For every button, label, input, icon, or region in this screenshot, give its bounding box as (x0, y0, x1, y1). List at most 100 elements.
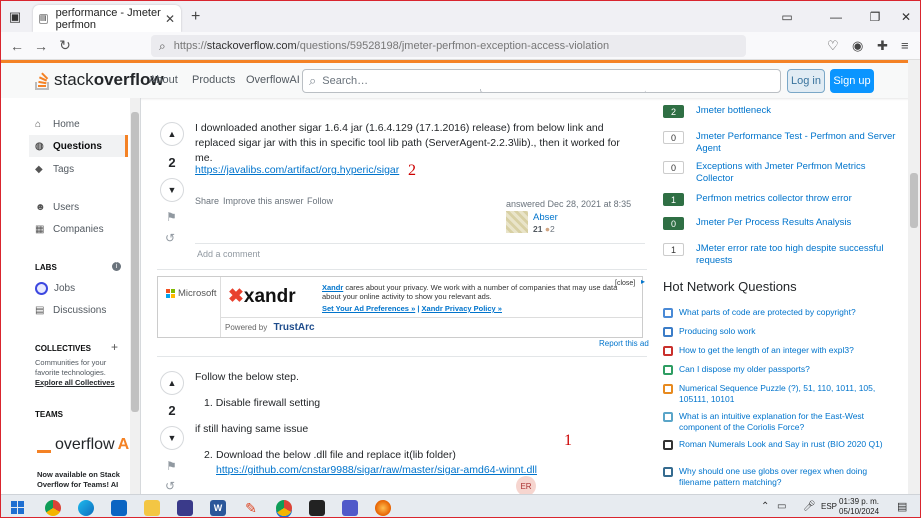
related-question-title[interactable]: Jmeter bottleneck (663, 105, 898, 117)
dll-download-link[interactable]: https://github.com/cnstar9988/sigar/raw/… (216, 464, 537, 476)
xandr-link[interactable]: Xandr (322, 283, 343, 292)
share-link[interactable]: Share (195, 196, 219, 206)
hot-question[interactable]: Can I dispose my older passports? (663, 364, 893, 375)
about-link[interactable]: About (149, 74, 178, 86)
downvote-button[interactable]: ▼ (160, 178, 184, 202)
nav-home[interactable]: ⌂ Home (29, 113, 128, 135)
window-close-icon[interactable]: ✕ (886, 1, 920, 32)
stackoverflow-logo[interactable]: stack overflow (34, 70, 164, 90)
extensions-icon[interactable]: ✚ (877, 38, 888, 54)
history-icon[interactable]: ↺ (165, 479, 175, 493)
mail-icon[interactable] (111, 500, 127, 516)
windows-start-icon[interactable] (11, 501, 24, 514)
pen-icon[interactable]: ✎ (243, 500, 259, 516)
nav-questions[interactable]: ◍ Questions (29, 135, 128, 157)
sidebar-toggle-icon[interactable]: ▭ (767, 1, 807, 32)
network-icon[interactable]: ▭ (777, 501, 786, 512)
privacy-policy-link[interactable]: Xandr Privacy Policy » (422, 304, 502, 313)
related-question-title[interactable]: Jmeter Performance Test - Perfmon and Se… (663, 131, 898, 155)
plus-icon[interactable]: + (111, 340, 118, 354)
chevron-up-icon[interactable]: ⌃ (761, 501, 769, 512)
signup-button[interactable]: Sign up (830, 69, 874, 93)
scroll-thumb[interactable] (131, 112, 139, 412)
hot-question[interactable]: Producing solo work (663, 326, 893, 337)
add-comment-link[interactable]: Add a comment (197, 249, 260, 259)
related-question-title[interactable]: Perfmon metrics collector throw error (663, 193, 898, 205)
hot-question[interactable]: Why should one use globs over regex when… (663, 466, 893, 488)
report-ad-link[interactable]: Report this ad (599, 339, 649, 348)
sort-select[interactable] (480, 89, 646, 93)
page-scrollbar[interactable] (908, 60, 920, 494)
scroll-thumb[interactable] (910, 173, 918, 228)
clock[interactable]: 01:39 p. m. 05/10/2024 (839, 497, 879, 517)
new-tab-icon[interactable]: + (191, 8, 200, 26)
related-question[interactable]: 0 Jmeter Performance Test - Perfmon and S… (663, 131, 898, 155)
nav-companies[interactable]: ▦ Companies (29, 218, 128, 240)
related-question[interactable]: 0 Exceptions with Jmeter Perfmon Metrics … (663, 161, 898, 185)
related-question[interactable]: 2 Jmeter bottleneck (663, 105, 898, 118)
info-icon[interactable]: i (112, 262, 121, 271)
upvote-button[interactable]: ▲ (160, 371, 184, 395)
nav-discussions[interactable]: ▤ Discussions (29, 299, 128, 321)
forward-icon[interactable]: → (29, 32, 53, 60)
bookmark-icon[interactable]: ⚑ (166, 210, 177, 224)
related-question[interactable]: 1 JMeter error rate too high despite succ… (663, 243, 898, 267)
explore-collectives-link[interactable]: Explore all Collectives (35, 378, 115, 387)
hot-question-title[interactable]: Can I dispose my older passports? (663, 364, 893, 375)
account-icon[interactable]: ◉ (852, 38, 863, 54)
reload-icon[interactable]: ↻ (53, 32, 77, 60)
related-question-title[interactable]: Exceptions with Jmeter Perfmon Metrics C… (663, 161, 898, 185)
chrome-active-icon[interactable] (276, 500, 292, 516)
downvote-button[interactable]: ▼ (160, 426, 184, 450)
tab-close-icon[interactable]: ✕ (165, 12, 175, 26)
hot-question-title[interactable]: Why should one use globs over regex when… (663, 466, 893, 488)
hot-question-title[interactable]: What is an intuitive explanation for the… (663, 411, 893, 433)
floating-avatar[interactable]: ER (516, 476, 536, 496)
related-question[interactable]: 0 Jmeter Per Process Results Analysis (663, 217, 898, 230)
notification-icon[interactable]: ▤ (897, 500, 907, 513)
hot-question-title[interactable]: How to get the length of an integer with… (663, 345, 893, 356)
file-explorer-icon[interactable] (144, 500, 160, 516)
chrome-icon[interactable] (45, 500, 61, 516)
follow-link[interactable]: Follow (307, 196, 333, 206)
teams-icon[interactable] (342, 500, 358, 516)
improve-link[interactable]: Improve this answer (223, 196, 304, 206)
hot-question[interactable]: Numerical Sequence Puzzle (?), 51, 110, … (663, 383, 893, 405)
related-question-title[interactable]: JMeter error rate too high despite succe… (663, 243, 898, 267)
app-icon[interactable] (177, 500, 193, 516)
nav-tags[interactable]: ◆ Tags (29, 158, 128, 180)
menu-icon[interactable]: ≡ (901, 38, 909, 53)
back-icon[interactable]: ← (5, 32, 29, 60)
edge-icon[interactable] (78, 500, 94, 516)
terminal-icon[interactable] (309, 500, 325, 516)
products-link[interactable]: Products (192, 74, 235, 86)
user-name[interactable]: Abser (533, 212, 558, 223)
upvote-button[interactable]: ▲ (160, 122, 184, 146)
address-bar[interactable]: ⌕ https:// stackoverflow.com /questions/… (151, 35, 746, 57)
hot-question[interactable]: How to get the length of an integer with… (663, 345, 893, 356)
hot-question[interactable]: What parts of code are protected by copy… (663, 307, 893, 318)
browser-tab[interactable]: ▤ performance - Jmeter perfmon ✕ (33, 5, 181, 32)
hot-question-title[interactable]: Producing solo work (663, 326, 893, 337)
left-scrollbar[interactable] (130, 98, 140, 494)
language-indicator[interactable]: ESP (821, 502, 837, 511)
related-question[interactable]: 1 Perfmon metrics collector throw error (663, 193, 898, 206)
history-icon[interactable]: ↺ (165, 231, 175, 245)
overflowai-link[interactable]: OverflowAI (246, 74, 300, 86)
login-button[interactable]: Log in (787, 69, 825, 93)
ad-banner[interactable]: Microsoft ✖xandr Xandr cares about your … (157, 276, 643, 338)
minimize-icon[interactable]: — (816, 1, 856, 32)
firefox-icon[interactable] (375, 500, 391, 516)
user-avatar[interactable] (506, 211, 528, 233)
ad-preferences-link[interactable]: Set Your Ad Preferences » (322, 304, 415, 313)
hot-question[interactable]: Roman Numerals Look and Say in rust (BIO… (663, 439, 893, 450)
ad-close-link[interactable]: [close] (615, 280, 635, 287)
hot-question-title[interactable]: What parts of code are protected by copy… (663, 307, 893, 318)
hot-question[interactable]: What is an intuitive explanation for the… (663, 411, 893, 433)
hot-question-title[interactable]: Numerical Sequence Puzzle (?), 51, 110, … (663, 383, 893, 405)
related-question-title[interactable]: Jmeter Per Process Results Analysis (663, 217, 898, 229)
adchoices-icon[interactable]: ▸ (641, 277, 645, 286)
sigar-link[interactable]: https://javalibs.com/artifact/org.hyperi… (195, 163, 399, 178)
word-icon[interactable]: W (210, 500, 226, 516)
nav-jobs[interactable]: Jobs (29, 277, 128, 299)
